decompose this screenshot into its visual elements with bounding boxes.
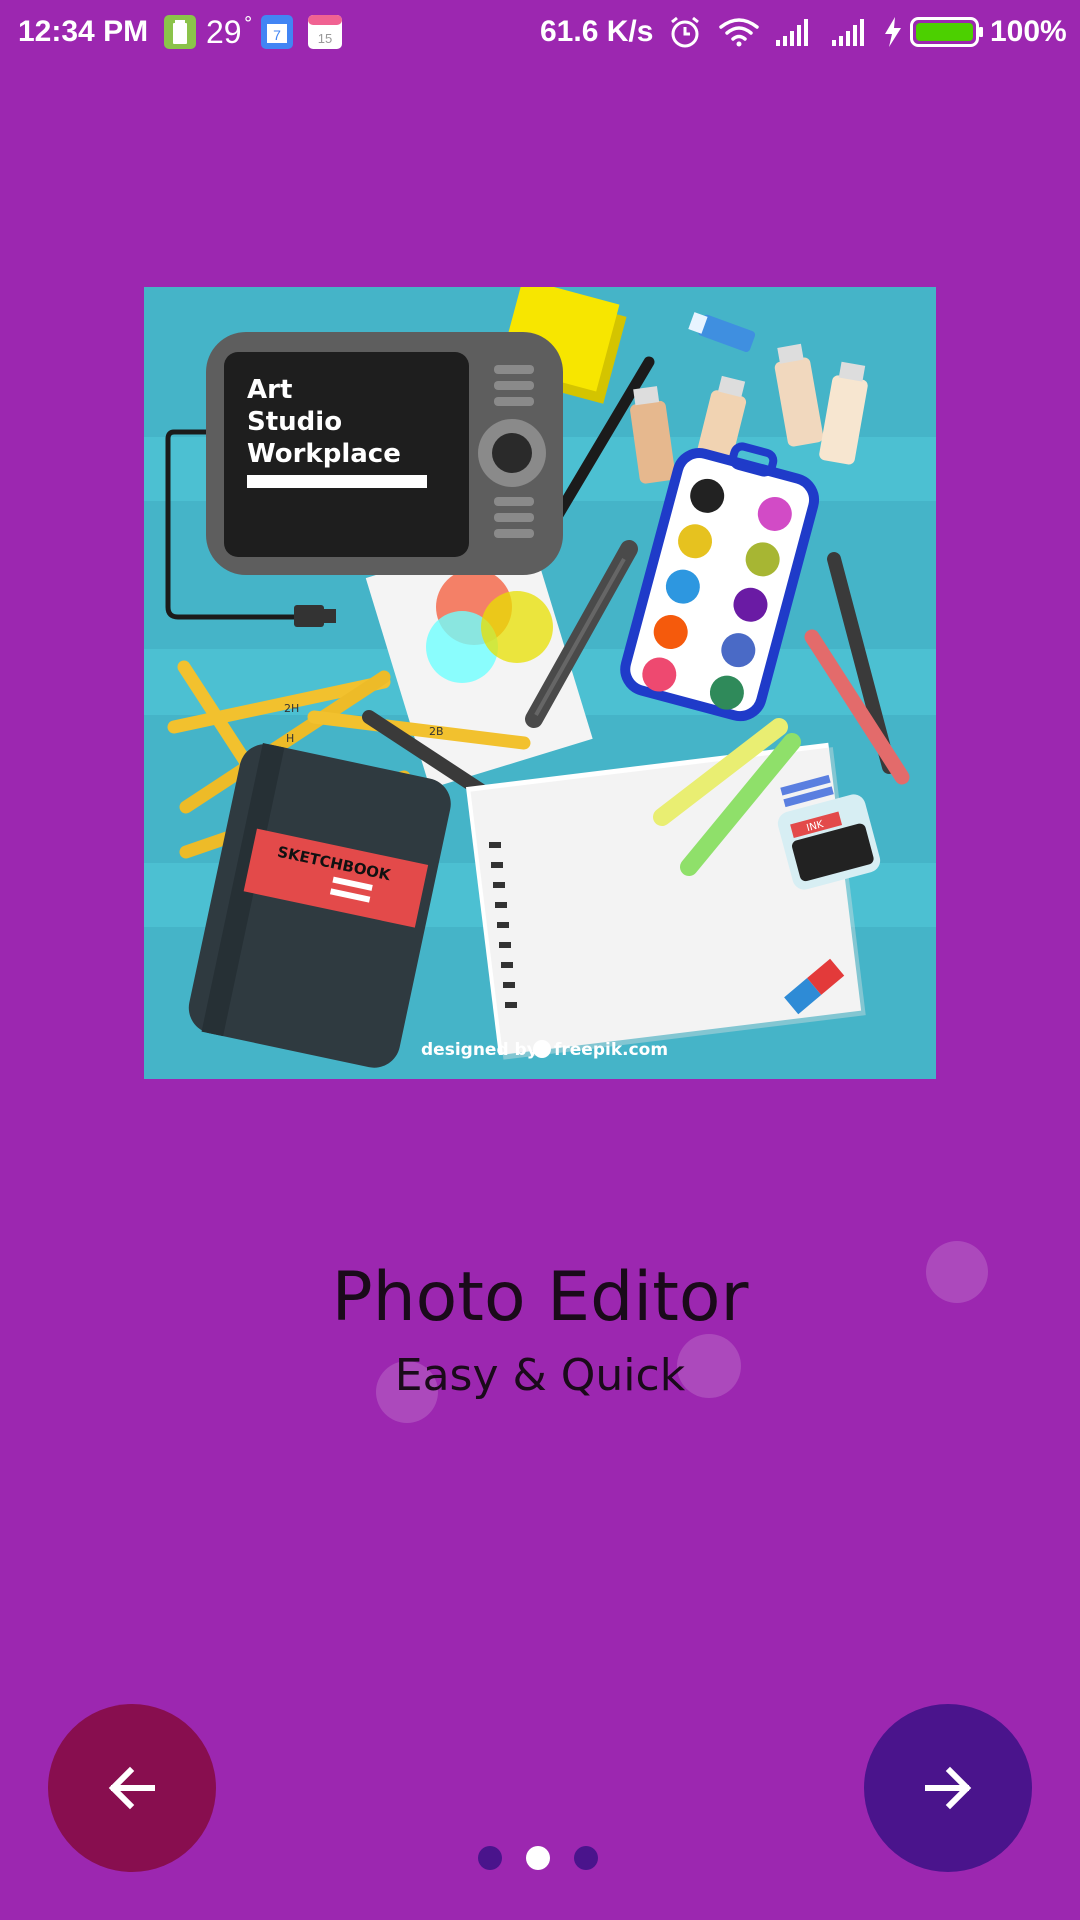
degree-mark: °	[243, 12, 253, 34]
tablet-text-line3: Workplace	[247, 439, 401, 469]
next-button[interactable]	[864, 1704, 1032, 1872]
page-dot-1[interactable]	[478, 1846, 502, 1870]
pencil-label-2h: 2H	[284, 702, 299, 715]
hero-illustration: Art Studio Workplace 2H H 2B SKETCHBOOK …	[144, 287, 936, 1079]
signal-icon-sim1	[774, 0, 814, 64]
temperature-value: 29	[206, 13, 242, 50]
signal-icon-sim2	[830, 0, 870, 64]
calendar-event-day: 15	[318, 31, 332, 46]
page-dot-3[interactable]	[574, 1846, 598, 1870]
tablet-text-line1: Art	[247, 375, 292, 405]
calendar-day: 7	[273, 27, 281, 43]
calendar-icon: 7	[261, 0, 293, 64]
clock: 12:34 PM	[18, 15, 149, 48]
battery-status-icon	[164, 0, 196, 64]
onboarding-title: Photo Editor	[331, 1258, 749, 1337]
calendar-event-icon: 15	[308, 0, 342, 64]
credit-prefix: designed by	[421, 1040, 538, 1060]
network-speed: 61.6 K/s	[540, 15, 654, 48]
pencil-label-2b: 2B	[429, 725, 444, 738]
page-dot-2-active[interactable]	[526, 1846, 550, 1870]
arrow-left-icon	[108, 1766, 155, 1810]
battery-percent: 100%	[990, 15, 1067, 48]
weather-temperature: 29 °	[206, 0, 253, 64]
charging-icon	[884, 0, 902, 64]
arrow-right-icon	[925, 1766, 972, 1810]
credit-brand: freepik.com	[554, 1040, 668, 1060]
status-bar: 12:34 PM 29 ° 7 15 61.6 K/s 100%	[0, 0, 1080, 64]
tablet-text-line2: Studio	[247, 407, 342, 437]
back-button[interactable]	[48, 1704, 216, 1872]
page-indicator	[478, 1846, 598, 1870]
battery-icon	[910, 0, 984, 64]
pencil-label-h: H	[286, 732, 294, 745]
onboarding-subtitle: Easy & Quick	[394, 1350, 686, 1401]
wifi-icon	[718, 0, 760, 64]
alarm-icon	[668, 0, 702, 64]
